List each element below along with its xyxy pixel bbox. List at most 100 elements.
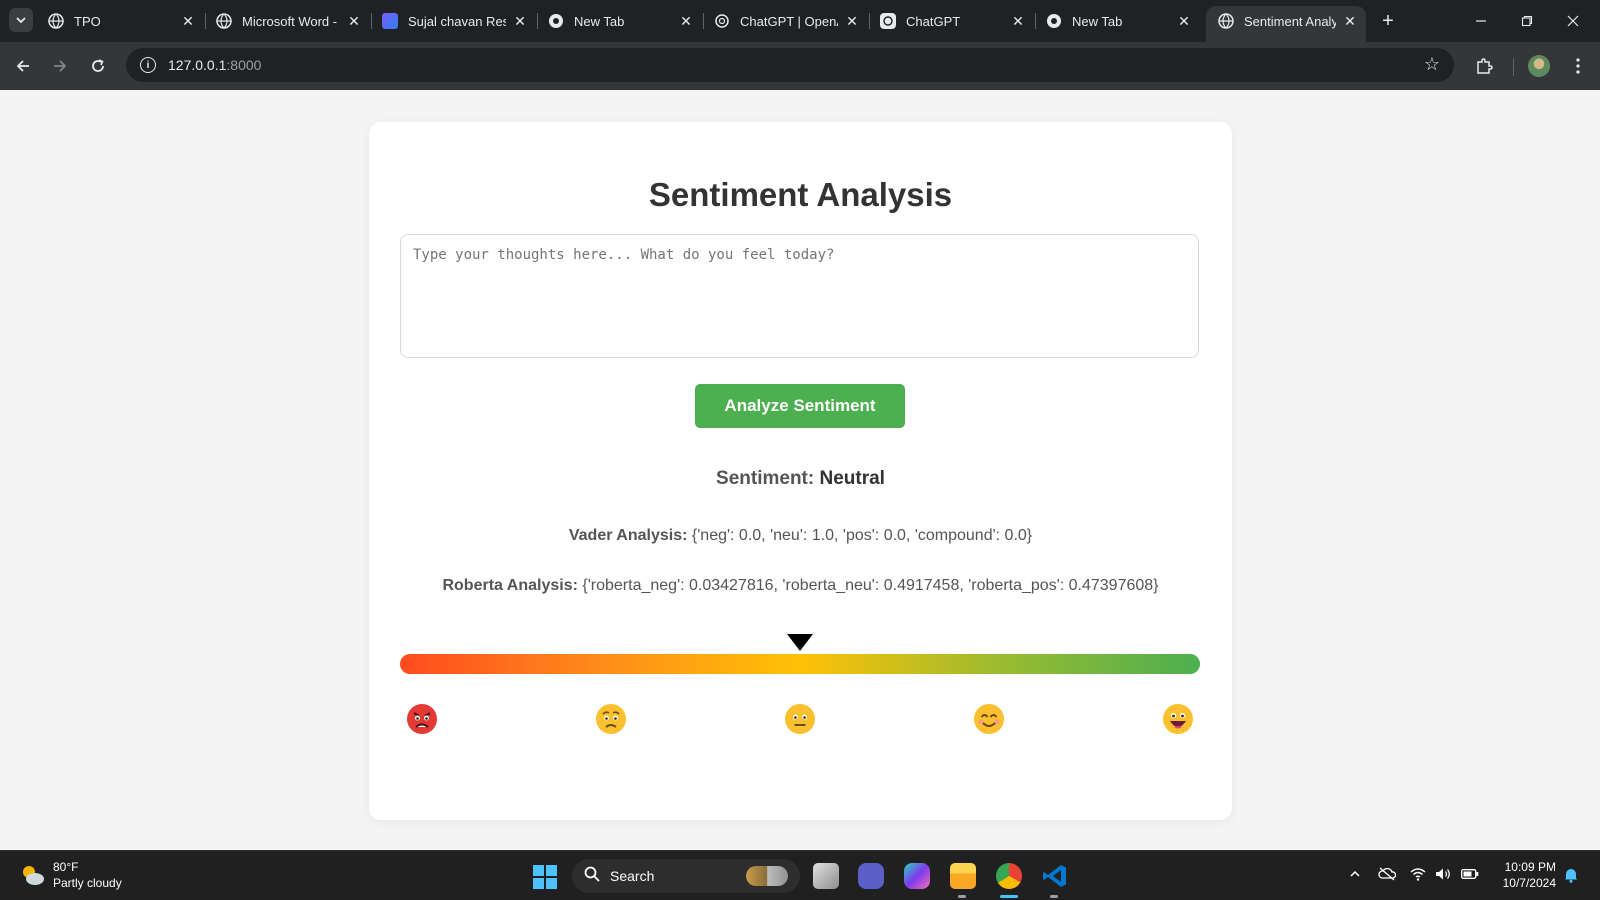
- partly-cloudy-icon[interactable]: [20, 863, 46, 887]
- browser-tab-strip: TPO ✕ Microsoft Word - ✕ Sujal chavan Re…: [0, 0, 1600, 42]
- vader-label: Vader Analysis:: [568, 527, 688, 544]
- teams-icon[interactable]: [858, 863, 884, 889]
- sentiment-label: Sentiment:: [716, 468, 815, 489]
- profile-avatar[interactable]: [1528, 55, 1550, 77]
- vader-analysis: Vader Analysis: {'neg': 0.0, 'neu': 1.0,…: [369, 527, 1232, 545]
- puzzle-icon: [1477, 58, 1493, 74]
- taskbar-search[interactable]: Search: [572, 859, 800, 893]
- clock-date[interactable]: 10/7/2024: [1494, 876, 1556, 890]
- tab-tpo[interactable]: TPO ✕: [36, 8, 206, 34]
- minimize-icon: [1476, 20, 1486, 22]
- wifi-icon[interactable]: [1410, 867, 1426, 884]
- copilot-icon[interactable]: [904, 863, 930, 889]
- openai-icon: [714, 13, 730, 29]
- task-view-icon[interactable]: [813, 863, 839, 889]
- chrome-icon: [548, 13, 564, 29]
- onedrive-offline-icon[interactable]: [1378, 867, 1397, 884]
- arrow-right-icon: [54, 60, 67, 72]
- extensions-button[interactable]: [1470, 52, 1498, 80]
- tab-search-button[interactable]: [9, 8, 33, 32]
- clock-time[interactable]: 10:09 PM: [1500, 860, 1556, 874]
- reload-button[interactable]: [84, 52, 112, 80]
- tab-title: New Tab: [1072, 13, 1123, 29]
- vscode-icon[interactable]: [1042, 863, 1068, 889]
- tab-title: ChatGPT | OpenA: [740, 13, 838, 29]
- battery-icon[interactable]: [1461, 867, 1479, 883]
- url-port: :8000: [226, 57, 262, 73]
- smiling-face-icon: [973, 703, 1005, 735]
- chevron-up-icon[interactable]: [1349, 867, 1361, 883]
- roberta-value: {'roberta_neg': 0.03427816, 'roberta_neu…: [582, 577, 1159, 594]
- chevron-down-icon: [16, 17, 26, 24]
- close-icon[interactable]: ✕: [346, 13, 362, 29]
- search-icon: [584, 866, 600, 886]
- globe-icon: [1218, 13, 1234, 29]
- sentiment-gauge-bar: [400, 654, 1200, 674]
- volume-icon[interactable]: [1435, 867, 1451, 884]
- more-vertical-icon: [1576, 58, 1580, 74]
- site-info-icon[interactable]: i: [140, 57, 156, 73]
- tab-new-tab-2[interactable]: New Tab ✕: [1034, 8, 1200, 34]
- chrome-icon: [1046, 13, 1062, 29]
- tab-microsoft-word[interactable]: Microsoft Word - ✕: [204, 8, 372, 34]
- globe-icon: [48, 13, 64, 29]
- vader-value: {'neg': 0.0, 'neu': 1.0, 'pos': 0.0, 'co…: [691, 527, 1033, 544]
- sad-face-icon: [595, 703, 627, 735]
- tab-chatgpt-openai[interactable]: ChatGPT | OpenA ✕: [702, 8, 870, 34]
- back-button[interactable]: [9, 52, 37, 80]
- close-icon[interactable]: ✕: [678, 13, 694, 29]
- tab-title: TPO: [74, 13, 101, 29]
- weather-temperature: 80°F: [53, 860, 79, 874]
- roberta-analysis: Roberta Analysis: {'roberta_neg': 0.0342…: [369, 577, 1232, 595]
- page-title: Sentiment Analysis: [648, 176, 953, 213]
- file-explorer-icon[interactable]: [950, 863, 976, 889]
- neutral-face-icon: [784, 703, 816, 735]
- notification-bell-icon[interactable]: [1564, 867, 1578, 886]
- minimize-button[interactable]: [1458, 6, 1504, 36]
- gauge-pointer: [787, 634, 813, 651]
- close-icon[interactable]: ✕: [1176, 13, 1192, 29]
- restore-icon: [1521, 15, 1533, 27]
- tab-title: Sujal chavan Res: [408, 13, 506, 29]
- tab-sujal-chavan-resume[interactable]: Sujal chavan Res ✕: [370, 8, 538, 34]
- document-app-icon: [382, 13, 398, 29]
- close-icon[interactable]: ✕: [1010, 13, 1026, 29]
- bookmark-star-icon[interactable]: ☆: [1424, 54, 1440, 75]
- close-icon[interactable]: ✕: [844, 13, 860, 29]
- tab-sentiment-analysis[interactable]: Sentiment Analy ✕: [1206, 6, 1366, 42]
- url-host: 127.0.0.1: [168, 57, 227, 73]
- grinning-face-icon: [1162, 703, 1194, 735]
- roberta-label: Roberta Analysis:: [442, 577, 578, 594]
- close-icon[interactable]: ✕: [512, 13, 528, 29]
- analyze-sentiment-button[interactable]: Analyze Sentiment: [695, 384, 905, 428]
- search-highlight-icon: [746, 866, 788, 886]
- close-icon[interactable]: ✕: [1342, 13, 1358, 29]
- thoughts-input[interactable]: [400, 234, 1199, 358]
- forward-button[interactable]: [46, 52, 74, 80]
- close-window-button[interactable]: [1550, 6, 1596, 36]
- tab-new-tab[interactable]: New Tab ✕: [536, 8, 704, 34]
- tab-title: New Tab: [574, 13, 625, 29]
- restore-button[interactable]: [1504, 6, 1550, 36]
- sentiment-card: Sentiment Analysis Analyze Sentiment Sen…: [369, 122, 1232, 820]
- reload-icon: [92, 59, 104, 72]
- chrome-menu-button[interactable]: [1564, 52, 1592, 80]
- windows-taskbar: 80°F Partly cloudy Search 10:09 PM 10/7/…: [0, 850, 1600, 900]
- globe-icon: [216, 13, 232, 29]
- sentiment-result: Sentiment: Neutral: [369, 468, 1232, 490]
- new-tab-button[interactable]: +: [1376, 9, 1400, 33]
- windows-start-icon[interactable]: [533, 865, 557, 889]
- tab-title: ChatGPT: [906, 13, 961, 29]
- tab-chatgpt[interactable]: ChatGPT ✕: [868, 8, 1036, 34]
- search-label: Search: [610, 868, 655, 884]
- sentiment-value: Neutral: [819, 468, 885, 489]
- close-icon[interactable]: ✕: [180, 13, 196, 29]
- arrow-left-icon: [16, 60, 29, 72]
- tab-title: Sentiment Analy: [1244, 13, 1336, 29]
- tab-title: Microsoft Word -: [242, 13, 338, 29]
- address-bar[interactable]: i 127.0.0.1:8000 ☆: [126, 48, 1454, 82]
- browser-toolbar: i 127.0.0.1:8000 ☆: [0, 42, 1600, 90]
- chrome-icon[interactable]: [996, 863, 1022, 889]
- close-icon: [1567, 15, 1579, 27]
- page-content: Sentiment Analysis Analyze Sentiment Sen…: [0, 90, 1600, 850]
